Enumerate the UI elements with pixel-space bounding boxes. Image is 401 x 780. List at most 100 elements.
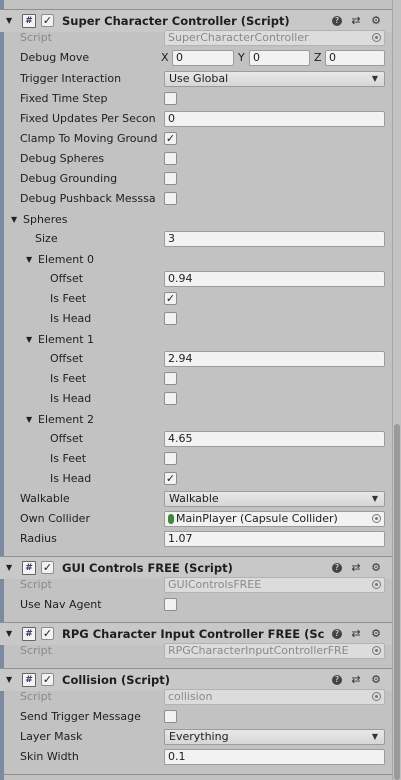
element-1-foldout-arrow-icon[interactable]: ▼	[26, 330, 36, 350]
own-collider-label: Own Collider	[20, 512, 90, 525]
component-enabled-checkbox[interactable]: ✓	[41, 14, 54, 27]
element-2-foldout-row[interactable]: ▼ Element 2	[0, 410, 392, 430]
spheres-foldout-arrow-icon[interactable]: ▼	[11, 210, 21, 230]
layer-mask-row: Layer Mask Everything ▼	[0, 727, 392, 747]
spheres-foldout-row[interactable]: ▼ Spheres	[0, 210, 392, 230]
element-2-is-feet-row: Is Feet	[0, 449, 392, 469]
help-icon[interactable]: ?	[332, 16, 342, 26]
element-2-label: Element 2	[38, 413, 95, 426]
element-2-offset-row: Offset 4.65	[0, 429, 392, 449]
element-2-offset-input[interactable]: 4.65	[164, 431, 385, 447]
component-enabled-checkbox[interactable]: ✓	[41, 627, 54, 640]
object-picker-icon[interactable]	[372, 33, 381, 42]
send-trigger-checkbox[interactable]	[164, 710, 177, 723]
debug-move-z-input[interactable]: 0	[325, 50, 385, 66]
clamp-checkbox[interactable]: ✓	[164, 132, 177, 145]
script-label: Script	[20, 578, 52, 591]
element-2-is-head-checkbox[interactable]: ✓	[164, 472, 177, 485]
clamp-label: Clamp To Moving Ground	[20, 132, 158, 145]
walkable-dropdown[interactable]: Walkable ▼	[164, 491, 385, 507]
size-label: Size	[35, 232, 58, 245]
is-head-label: Is Head	[50, 312, 92, 325]
help-icon[interactable]: ?	[332, 675, 342, 685]
y-axis-label: Y	[238, 51, 245, 64]
presets-icon[interactable]: ⇄	[349, 561, 363, 575]
own-collider-value: MainPlayer (Capsule Collider)	[176, 512, 338, 525]
fixed-updates-input[interactable]: 0	[164, 111, 385, 127]
debug-pushback-checkbox[interactable]	[164, 192, 177, 205]
script-label: Script	[20, 644, 52, 657]
script-label: Script	[20, 690, 52, 703]
element-1-is-feet-checkbox[interactable]	[164, 372, 177, 385]
script-object-field[interactable]: collision	[164, 689, 385, 705]
inspector-panel: ▼ # ✓ Super Character Controller (Script…	[0, 0, 401, 780]
vertical-scrollbar[interactable]	[392, 0, 401, 780]
help-icon[interactable]: ?	[332, 563, 342, 573]
element-0-offset-row: Offset 0.94	[0, 269, 392, 289]
walkable-value: Walkable	[169, 492, 219, 505]
layer-mask-dropdown[interactable]: Everything ▼	[164, 729, 385, 745]
send-trigger-row: Send Trigger Message	[0, 707, 392, 727]
component-enabled-checkbox[interactable]: ✓	[41, 561, 54, 574]
object-picker-icon[interactable]	[372, 646, 381, 655]
fixed-time-step-checkbox[interactable]	[164, 92, 177, 105]
dropdown-arrow-icon: ▼	[371, 74, 378, 83]
presets-icon[interactable]: ⇄	[349, 14, 363, 28]
script-object-field[interactable]: GUIControlsFREE	[164, 577, 385, 593]
object-picker-icon[interactable]	[372, 580, 381, 589]
element-2-is-feet-checkbox[interactable]	[164, 452, 177, 465]
radius-input[interactable]: 1.07	[164, 531, 385, 547]
presets-icon[interactable]: ⇄	[349, 627, 363, 641]
spheres-label: Spheres	[23, 213, 68, 226]
element-0-is-head-checkbox[interactable]	[164, 312, 177, 325]
element-2-foldout-arrow-icon[interactable]: ▼	[26, 410, 36, 430]
is-head-label: Is Head	[50, 472, 92, 485]
size-input[interactable]: 3	[164, 231, 385, 247]
element-1-foldout-row[interactable]: ▼ Element 1	[0, 330, 392, 350]
skin-width-label: Skin Width	[20, 750, 79, 763]
script-row: Script SuperCharacterController	[0, 28, 392, 48]
script-icon: #	[22, 673, 36, 687]
trigger-interaction-dropdown[interactable]: Use Global ▼	[164, 71, 385, 87]
debug-move-y-input[interactable]: 0	[249, 50, 310, 66]
use-nav-agent-checkbox[interactable]	[164, 598, 177, 611]
use-nav-agent-row: Use Nav Agent	[0, 595, 392, 615]
offset-label: Offset	[50, 432, 84, 445]
skin-width-input[interactable]: 0.1	[164, 749, 385, 765]
debug-move-x-input[interactable]: 0	[172, 50, 234, 66]
settings-gear-icon[interactable]: ⚙	[369, 561, 383, 575]
element-0-is-feet-checkbox[interactable]: ✓	[164, 292, 177, 305]
own-collider-object-field[interactable]: MainPlayer (Capsule Collider)	[164, 511, 385, 527]
debug-spheres-checkbox[interactable]	[164, 152, 177, 165]
debug-spheres-label: Debug Spheres	[20, 152, 105, 165]
help-icon[interactable]: ?	[332, 629, 342, 639]
fixed-updates-row: Fixed Updates Per Secon 0	[0, 109, 392, 129]
element-1-is-head-checkbox[interactable]	[164, 392, 177, 405]
element-0-foldout-row[interactable]: ▼ Element 0	[0, 250, 392, 270]
element-1-offset-input[interactable]: 2.94	[164, 351, 385, 367]
clamp-row: Clamp To Moving Ground ✓	[0, 129, 392, 149]
settings-gear-icon[interactable]: ⚙	[369, 14, 383, 28]
script-object-field[interactable]: SuperCharacterController	[164, 30, 385, 46]
scrollbar-thumb[interactable]	[394, 424, 400, 780]
script-row: Script collision	[0, 687, 392, 707]
element-0-foldout-arrow-icon[interactable]: ▼	[26, 250, 36, 270]
settings-gear-icon[interactable]: ⚙	[369, 627, 383, 641]
script-value: RPGCharacterInputControllerFRE	[168, 644, 349, 657]
dropdown-arrow-icon: ▼	[371, 732, 378, 741]
script-icon: #	[22, 627, 36, 641]
element-0-offset-input[interactable]: 0.94	[164, 271, 385, 287]
object-picker-icon[interactable]	[372, 692, 381, 701]
debug-grounding-checkbox[interactable]	[164, 172, 177, 185]
is-head-label: Is Head	[50, 392, 92, 405]
own-collider-row: Own Collider MainPlayer (Capsule Collide…	[0, 509, 392, 529]
script-row: Script RPGCharacterInputControllerFRE	[0, 641, 392, 661]
element-0-is-feet-row: Is Feet ✓	[0, 289, 392, 309]
component-enabled-checkbox[interactable]: ✓	[41, 673, 54, 686]
object-picker-icon[interactable]	[372, 514, 381, 523]
debug-move-row: Debug Move X 0 Y 0 Z 0	[0, 48, 392, 68]
presets-icon[interactable]: ⇄	[349, 673, 363, 687]
z-axis-label: Z	[314, 51, 322, 64]
script-object-field[interactable]: RPGCharacterInputControllerFRE	[164, 643, 385, 659]
settings-gear-icon[interactable]: ⚙	[369, 673, 383, 687]
